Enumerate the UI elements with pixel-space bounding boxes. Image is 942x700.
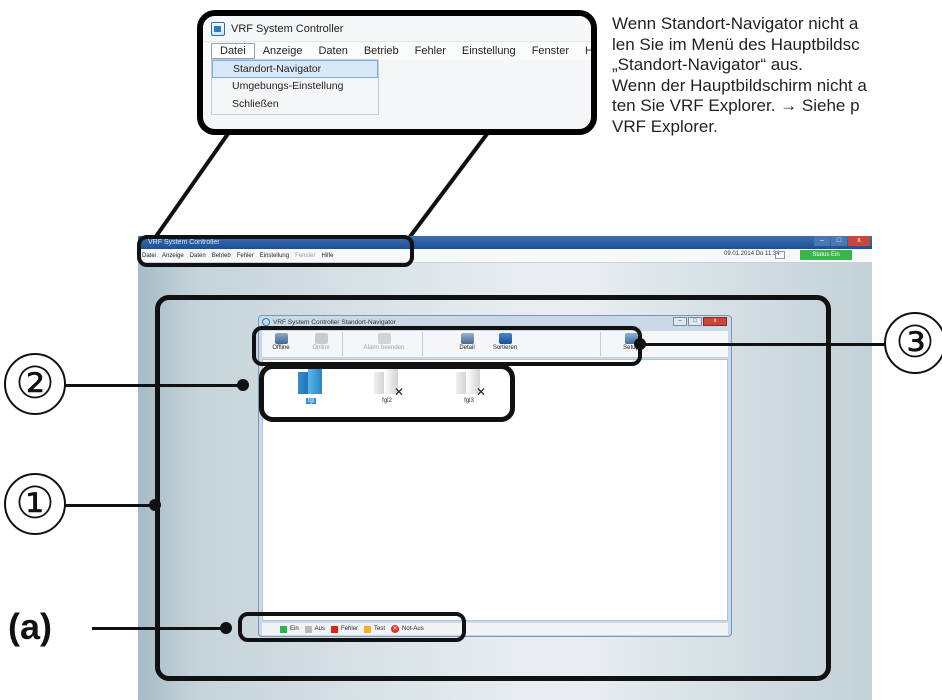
app-icon bbox=[211, 21, 225, 36]
magnified-menu-callout: VRF System Controller Datei Anzeige Date… bbox=[197, 10, 597, 135]
close-button[interactable]: x bbox=[848, 236, 870, 246]
menu-item-standort-navigator[interactable]: Standort-Navigator bbox=[212, 60, 378, 78]
callout-line-a bbox=[92, 627, 228, 630]
menu-item-umgebungs-einstellung[interactable]: Umgebungs-Einstellung bbox=[212, 78, 378, 96]
menu-daten[interactable]: Daten bbox=[310, 44, 355, 58]
menu-hilfe[interactable]: Hilfe bbox=[577, 44, 591, 58]
datetime-display: 09.01.2014 Do 11:34 bbox=[724, 251, 780, 257]
menu-fehler[interactable]: Fehler bbox=[407, 44, 454, 58]
callout-line-1 bbox=[60, 504, 160, 507]
callout-number-2: ② bbox=[4, 353, 66, 415]
frame-3-toolbar bbox=[252, 326, 642, 366]
menu-betrieb[interactable]: Betrieb bbox=[356, 44, 407, 58]
callout-number-3: ③ bbox=[884, 312, 942, 374]
menu-item-schliessen[interactable]: Schließen bbox=[212, 96, 378, 114]
minimize-button[interactable]: – bbox=[814, 236, 830, 246]
maximize-button[interactable]: □ bbox=[831, 236, 847, 246]
zoom-title: VRF System Controller bbox=[231, 22, 344, 35]
callout-dot-1 bbox=[149, 499, 161, 511]
zoom-title-bar: VRF System Controller bbox=[203, 16, 591, 42]
callout-dot-3 bbox=[634, 338, 646, 350]
zoom-menu-bar: Datei Anzeige Daten Betrieb Fehler Einst… bbox=[203, 42, 591, 60]
status-badge[interactable]: Status Ein bbox=[800, 250, 852, 260]
datei-dropdown: Standort-Navigator Umgebungs-Einstellung… bbox=[211, 59, 379, 115]
callout-number-1: ① bbox=[4, 473, 66, 535]
callout-dot-2 bbox=[237, 379, 249, 391]
callout-line-3 bbox=[645, 343, 885, 346]
menu-datei[interactable]: Datei bbox=[211, 43, 255, 59]
menu-einstellung[interactable]: Einstellung bbox=[454, 44, 524, 58]
menu-anzeige[interactable]: Anzeige bbox=[255, 44, 311, 58]
callout-dot-a bbox=[220, 622, 232, 634]
menu-bar-highlight-frame bbox=[137, 235, 414, 267]
callout-line-2 bbox=[60, 384, 246, 387]
window-buttons: – □ x bbox=[814, 236, 870, 246]
network-icon bbox=[775, 251, 785, 259]
callout-label-a: (a) bbox=[8, 606, 52, 647]
frame-2-site-list bbox=[259, 364, 515, 422]
frame-a-legend bbox=[238, 612, 466, 642]
menu-fenster[interactable]: Fenster bbox=[524, 44, 577, 58]
